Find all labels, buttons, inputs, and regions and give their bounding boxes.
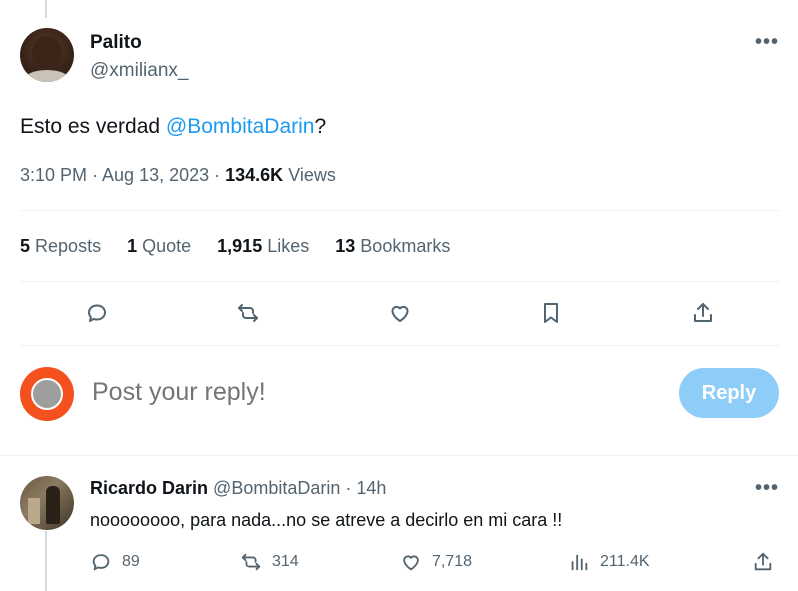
divider (0, 455, 798, 456)
reposts-stat[interactable]: 5 Reposts (20, 236, 101, 257)
reply-time[interactable]: 14h (356, 478, 386, 498)
views-label: Views (288, 165, 336, 185)
reply-replies-count: 89 (122, 553, 140, 570)
reply-replies-action[interactable]: 89 (90, 551, 140, 573)
likes-stat[interactable]: 1,915 Likes (217, 236, 309, 257)
share-icon (754, 552, 772, 571)
reply-input[interactable] (92, 378, 632, 407)
reply-icon (92, 554, 110, 571)
reply-views-action[interactable]: 211.4K (568, 551, 650, 573)
reply-separator: · (340, 478, 357, 498)
views-icon (571, 554, 588, 571)
more-icon[interactable]: ••• (755, 32, 779, 52)
composer-avatar (20, 367, 74, 421)
share-icon[interactable] (686, 296, 720, 330)
action-bar (20, 296, 780, 332)
tweet-meta: 3:10 PM · Aug 13, 2023 · 134.6K Views (20, 165, 336, 186)
tweet-timestamp[interactable]: 3:10 PM · Aug 13, 2023 · (20, 165, 225, 185)
reposts-label: Reposts (35, 236, 102, 256)
thread-line (45, 531, 47, 591)
reply-like-action[interactable]: 7,718 (400, 551, 472, 573)
tweet-text-prefix: Esto es verdad (20, 115, 166, 138)
reply-share-action[interactable] (752, 551, 774, 573)
more-icon[interactable]: ••• (755, 478, 779, 498)
quotes-count: 1 (127, 236, 138, 256)
reply-text: noooooooo, para nada...no se atreve a de… (90, 510, 563, 530)
repost-icon (241, 553, 261, 571)
bookmark-icon[interactable] (534, 296, 568, 330)
thread-line (45, 0, 47, 18)
reply-header: Ricardo Darin @BombitaDarin · 14h (90, 478, 386, 499)
reply-views-count: 211.4K (600, 553, 650, 570)
author-name[interactable]: Palito (90, 32, 142, 54)
likes-count: 1,915 (217, 236, 263, 256)
reply-author-avatar[interactable] (20, 476, 74, 530)
quotes-label: Quote (142, 236, 192, 256)
reply-author-name[interactable]: Ricardo Darin (90, 478, 208, 498)
avatar-figure (28, 498, 40, 524)
reply-action-bar: 89 314 7,718 211.4K (90, 551, 780, 577)
tweet-text-suffix: ? (314, 115, 327, 138)
reply-icon[interactable] (80, 296, 114, 330)
views-count: 134.6K (225, 165, 284, 185)
bookmarks-stat[interactable]: 13 Bookmarks (335, 236, 450, 257)
engagement-stats: 5 Reposts 1 Quote 1,915 Likes 13 Bookmar… (20, 236, 450, 257)
tweet-text: Esto es verdad @BombitaDarin? (20, 115, 326, 139)
composer-avatar-inner (31, 378, 63, 410)
likes-label: Likes (267, 236, 310, 256)
divider (20, 210, 780, 211)
divider (20, 281, 780, 282)
reply-likes-count: 7,718 (432, 553, 473, 570)
reply-reposts-count: 314 (272, 553, 299, 570)
reposts-count: 5 (20, 236, 31, 256)
quotes-stat[interactable]: 1 Quote (127, 236, 191, 257)
bookmarks-count: 13 (335, 236, 356, 256)
repost-icon[interactable] (231, 296, 265, 330)
avatar-shirt (24, 70, 70, 82)
avatar-figure (46, 486, 60, 524)
reply-repost-action[interactable]: 314 (240, 551, 299, 573)
author-handle[interactable]: @xmilianx_ (90, 60, 188, 82)
reply-author-handle[interactable]: @BombitaDarin (213, 478, 340, 498)
author-avatar[interactable] (20, 28, 74, 82)
reply-button[interactable]: Reply (679, 368, 779, 418)
divider (20, 345, 780, 346)
like-icon[interactable] (383, 296, 417, 330)
avatar-face (32, 36, 62, 72)
mention-link[interactable]: @BombitaDarin (166, 115, 315, 138)
bookmarks-label: Bookmarks (360, 236, 451, 256)
like-icon (403, 555, 419, 571)
